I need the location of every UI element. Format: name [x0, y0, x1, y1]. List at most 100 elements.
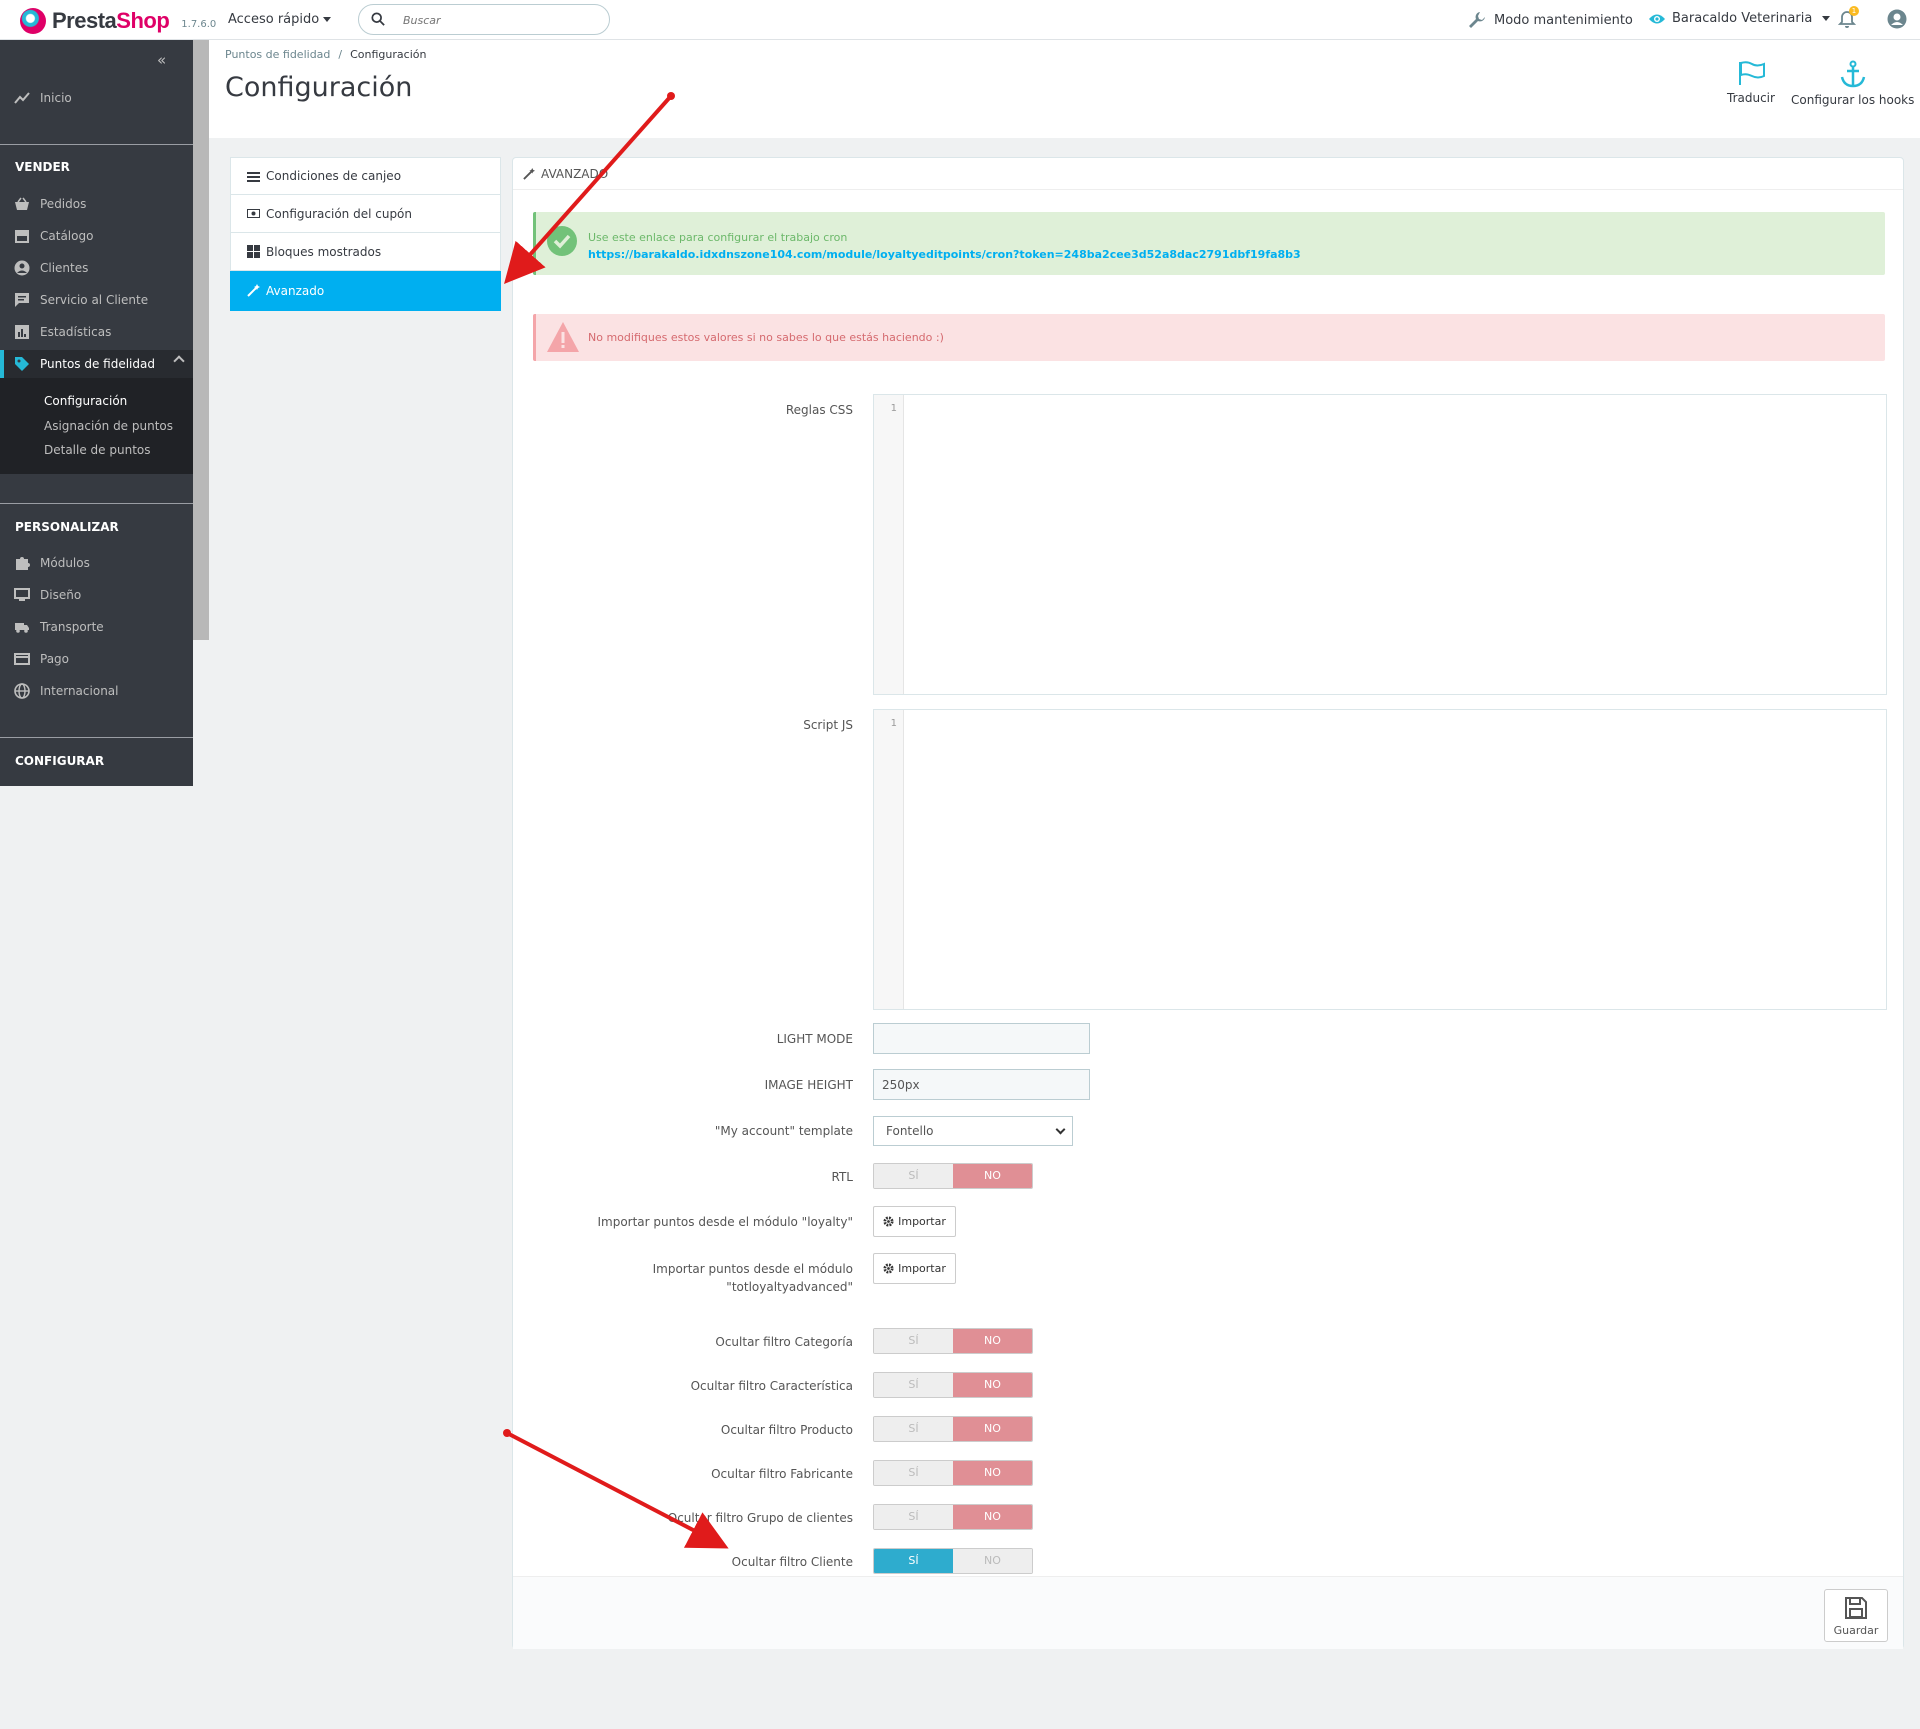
sidebar-item-customers[interactable]: Clientes: [14, 260, 88, 276]
filter-switch[interactable]: SÍ NO: [873, 1372, 1033, 1398]
sidebar-item-label: Pago: [40, 652, 70, 666]
sidebar-item-label: Estadísticas: [40, 325, 112, 339]
sidebar-item-stats[interactable]: Estadísticas: [14, 324, 111, 340]
panel-heading: AVANZADO: [513, 158, 1903, 190]
warning-message: No modifiques estos valores si no sabes …: [588, 331, 944, 344]
sidebar-subitem-asignacion[interactable]: Asignación de puntos: [44, 419, 173, 433]
sidebar-item-label: Transporte: [40, 620, 104, 634]
switch-yes[interactable]: SÍ: [874, 1417, 953, 1441]
filter-switch[interactable]: SÍ NO: [873, 1548, 1033, 1574]
sidebar-item-international[interactable]: Internacional: [14, 683, 118, 699]
search-bar[interactable]: [358, 4, 610, 35]
filter-switch[interactable]: SÍ NO: [873, 1504, 1033, 1530]
tab-cupon[interactable]: Configuración del cupón: [230, 195, 501, 233]
tab-avanzado[interactable]: Avanzado: [230, 271, 501, 311]
sidebar-item-label: Pedidos: [40, 197, 87, 211]
sidebar-item-loyalty-points[interactable]: Puntos de fidelidad: [14, 356, 155, 372]
image-height-input[interactable]: 250px: [873, 1069, 1090, 1100]
cron-link[interactable]: https://barakaldo.idxdnszone104.com/modu…: [588, 248, 1301, 261]
sidebar-item-home[interactable]: Inicio: [14, 90, 72, 106]
save-button[interactable]: Guardar: [1824, 1589, 1888, 1642]
save-label: Guardar: [1833, 1624, 1879, 1637]
check-circle-icon: [547, 226, 577, 256]
sidebar-item-modules[interactable]: Módulos: [14, 555, 90, 571]
switch-yes[interactable]: SÍ: [874, 1373, 953, 1397]
cron-message: Use este enlace para configurar el traba…: [588, 231, 848, 244]
view-shop-dropdown[interactable]: Baracaldo Veterinaria: [1648, 11, 1831, 26]
switch-no[interactable]: NO: [953, 1549, 1032, 1573]
sidebar-item-catalog[interactable]: Catálogo: [14, 228, 93, 244]
css-rules-editor[interactable]: 1: [873, 394, 1887, 695]
import-tot-button[interactable]: Importar: [873, 1253, 956, 1284]
user-account-icon[interactable]: [1887, 9, 1907, 29]
search-icon[interactable]: [371, 12, 385, 26]
maintenance-mode-link[interactable]: Modo mantenimiento: [1468, 11, 1633, 29]
rtl-switch[interactable]: SÍ NO: [873, 1163, 1033, 1189]
switch-no[interactable]: NO: [953, 1329, 1032, 1353]
switch-no[interactable]: NO: [953, 1461, 1032, 1485]
filter-label: Ocultar filtro Categoría: [715, 1335, 853, 1349]
caret-down-icon: [323, 17, 332, 22]
filter-label: Ocultar filtro Característica: [690, 1379, 853, 1393]
trending-up-icon: [14, 92, 30, 104]
sidebar-subitem-detalle[interactable]: Detalle de puntos: [44, 443, 151, 457]
sidebar-item-label: Inicio: [40, 91, 72, 105]
sidebar-item-label: Catálogo: [40, 229, 94, 243]
switch-yes[interactable]: SÍ: [874, 1505, 953, 1529]
switch-yes[interactable]: SÍ: [874, 1549, 953, 1573]
account-circle-icon: [14, 260, 30, 276]
tab-bloques[interactable]: Bloques mostrados: [230, 233, 501, 271]
import-loyalty-button[interactable]: Importar: [873, 1206, 956, 1237]
switch-no[interactable]: NO: [953, 1505, 1032, 1529]
money-icon: [247, 209, 260, 218]
sidebar-item-label: Puntos de fidelidad: [40, 357, 155, 371]
sidebar-divider: [0, 503, 193, 504]
magic-wand-icon: [247, 284, 260, 297]
prestashop-logo[interactable]: PrestaShop 1.7.6.0: [20, 8, 216, 34]
quick-access-label: Acceso rápido: [228, 12, 320, 27]
switch-no[interactable]: NO: [953, 1373, 1032, 1397]
sidebar-item-payment[interactable]: Pago: [14, 651, 69, 667]
switch-yes[interactable]: SÍ: [874, 1461, 953, 1485]
switch-no[interactable]: NO: [953, 1417, 1032, 1441]
switch-no[interactable]: NO: [953, 1164, 1032, 1188]
globe-icon: [14, 683, 30, 699]
filter-switch[interactable]: SÍ NO: [873, 1460, 1033, 1486]
sidebar-item-label: Diseño: [40, 588, 82, 602]
sidebar-section-customize: PERSONALIZAR: [15, 520, 119, 534]
sidebar-item-customer-service[interactable]: Servicio al Cliente: [14, 292, 148, 308]
eye-icon: [1649, 14, 1665, 23]
store-icon: [15, 230, 29, 243]
switch-yes[interactable]: SÍ: [874, 1164, 953, 1188]
filter-switch[interactable]: SÍ NO: [873, 1328, 1033, 1354]
sidebar-subitem-configuracion[interactable]: Configuración: [44, 394, 127, 408]
configure-hooks-label: Configurar los hooks: [1791, 93, 1915, 107]
chat-icon: [15, 293, 29, 307]
sidebar-item-orders[interactable]: Pedidos: [14, 196, 86, 212]
import-tot-label-line1: Importar puntos desde el módulo: [652, 1262, 853, 1276]
template-select[interactable]: Fontello: [873, 1116, 1073, 1146]
prestashop-logo-icon: [20, 8, 46, 34]
flag-icon: [1738, 61, 1765, 85]
translate-button[interactable]: Traducir: [1727, 60, 1775, 105]
sidebar-item-design[interactable]: Diseño: [14, 587, 81, 603]
desktop-icon: [14, 588, 30, 601]
import-tot-label: Importar puntos desde el módulo "totloya…: [653, 1262, 853, 1294]
configure-hooks-button[interactable]: Configurar los hooks: [1791, 60, 1914, 107]
tab-condiciones[interactable]: Condiciones de canjeo: [230, 157, 501, 195]
sidebar-item-shipping[interactable]: Transporte: [14, 619, 104, 635]
search-input[interactable]: [403, 11, 593, 29]
collapse-sidebar-icon[interactable]: «: [157, 51, 166, 69]
puzzle-icon: [16, 557, 30, 570]
sidebar-scrollbar[interactable]: [193, 40, 209, 640]
filter-switch[interactable]: SÍ NO: [873, 1416, 1033, 1442]
import-tot-label-line2: "totloyaltyadvanced": [726, 1280, 853, 1294]
js-script-editor[interactable]: 1: [873, 709, 1887, 1010]
quick-access-dropdown[interactable]: Acceso rápido: [228, 12, 332, 27]
light-mode-input[interactable]: [873, 1023, 1090, 1054]
sidebar-item-label: Servicio al Cliente: [40, 293, 149, 307]
page-header: [209, 40, 1920, 138]
switch-yes[interactable]: SÍ: [874, 1329, 953, 1353]
gear-icon: [883, 1216, 894, 1227]
breadcrumb-link[interactable]: Puntos de fidelidad: [225, 48, 330, 61]
